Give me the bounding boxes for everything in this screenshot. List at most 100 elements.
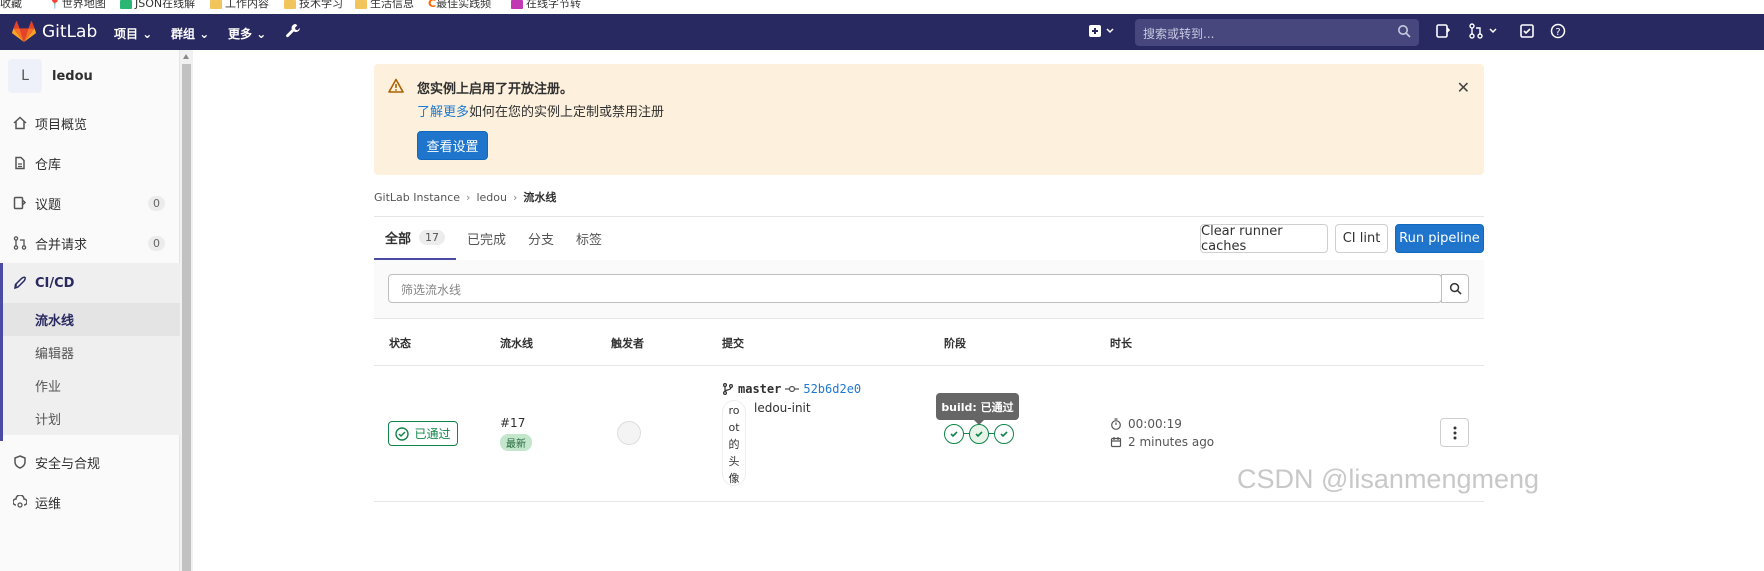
search-icon (1449, 282, 1462, 295)
search-input[interactable]: 搜索或转到... (1135, 19, 1419, 46)
status-badge[interactable]: 已通过 (388, 421, 458, 446)
sidebar-subitem-jobs[interactable]: 作业 (0, 369, 180, 402)
close-icon[interactable]: ✕ (1457, 78, 1470, 97)
menu-groups[interactable]: 群组 ⌄ (171, 25, 209, 42)
new-dropdown[interactable] (1088, 23, 1116, 43)
pipeline-id-link[interactable]: #17 (500, 416, 525, 430)
bookmark-item[interactable]: 收藏 (0, 0, 22, 11)
stage-status-button[interactable] (994, 424, 1014, 444)
divider (374, 365, 1484, 366)
sidebar-item-issues[interactable]: 议题 0 (0, 183, 180, 223)
commit-message-link[interactable]: ledou-init (754, 401, 811, 415)
commit-sha-link[interactable]: 52b6d2e0 (803, 382, 861, 396)
project-header[interactable]: L ledou (8, 59, 93, 93)
issues-icon (13, 196, 27, 210)
check-icon (950, 431, 958, 438)
sidebar-item-merge-requests[interactable]: 合并请求 0 (0, 223, 180, 263)
tab-finished[interactable]: 已完成 (456, 217, 517, 260)
branch-link[interactable]: master (738, 382, 781, 396)
sidebar-scrollbar[interactable] (180, 50, 193, 571)
bookmark-item[interactable]: 工作内容 (210, 0, 269, 11)
search-icon (1398, 25, 1411, 38)
admin-wrench-icon[interactable] (285, 23, 301, 39)
bookmark-item[interactable]: 在线字节转 (511, 0, 581, 11)
sidebar-subitem-editor[interactable]: 编辑器 (0, 336, 180, 369)
check-circle-icon (395, 426, 410, 441)
sidebar-item-repository[interactable]: 仓库 (0, 143, 180, 183)
learn-more-link[interactable]: 了解更多 (417, 105, 469, 120)
gitlab-home-link[interactable]: GitLab (12, 21, 97, 43)
scroll-up-arrow[interactable] (183, 54, 189, 59)
home-icon (13, 116, 27, 130)
duration: 00:00:19 (1110, 417, 1182, 431)
merge-requests-count-badge: 0 (148, 235, 165, 251)
sidebar-subitem-schedules[interactable]: 计划 (0, 402, 180, 435)
run-pipeline-button[interactable]: Run pipeline (1395, 224, 1484, 253)
menu-more[interactable]: 更多 ⌄ (228, 25, 266, 42)
tab-tags[interactable]: 标签 (565, 217, 613, 260)
column-header-commit: 提交 (722, 337, 744, 350)
project-name: ledou (52, 68, 93, 84)
check-icon (1000, 431, 1008, 438)
merge-requests-icon[interactable] (1468, 23, 1500, 39)
alert-title: 您实例上启用了开放注册。 (417, 82, 574, 97)
chevron-down-icon: ⌄ (142, 27, 153, 41)
issues-count-badge: 0 (148, 195, 165, 211)
commit-icon (785, 385, 800, 393)
top-navbar: GitLab 项目 ⌄ 群组 ⌄ 更多 ⌄ 搜索或转到... ? (0, 14, 1764, 50)
warning-icon (388, 78, 404, 93)
bookmarks-bar: 收藏 📍世界地图 JSON在线解 工作内容 技术学习 生活信息 C最佳实践频 在… (0, 0, 1764, 14)
triggerer-avatar[interactable] (617, 421, 641, 445)
timer-icon (1111, 418, 1121, 430)
issues-icon[interactable] (1435, 23, 1451, 39)
sidebar-item-overview[interactable]: 项目概览 (0, 103, 180, 143)
stage-status-button[interactable] (944, 424, 964, 444)
bookmark-item[interactable]: C最佳实践频 (428, 0, 491, 11)
commit-ref: master 52b6d2e0 (722, 382, 861, 396)
stage-tooltip: build: 已通过 (936, 393, 1019, 425)
divider (374, 501, 1484, 502)
column-header-stages: 阶段 (944, 337, 966, 350)
sidebar-item-security[interactable]: 安全与合规 (0, 442, 180, 482)
todo-icon[interactable] (1519, 23, 1535, 39)
divider (374, 318, 1484, 319)
tab-all[interactable]: 全部 17 (374, 217, 457, 260)
document-icon (15, 156, 25, 170)
sidebar-subitem-pipelines[interactable]: 流水线 (0, 303, 180, 336)
filter-pipelines-input[interactable]: 筛选流水线 (388, 274, 1442, 303)
commit-author-avatar[interactable]: root的头像 (722, 400, 746, 486)
sidebar-item-cicd[interactable]: CI/CD (0, 263, 180, 303)
tab-branches[interactable]: 分支 (517, 217, 565, 260)
pipeline-tabs: 全部 17 已完成 分支 标签 (374, 217, 613, 260)
menu-projects[interactable]: 项目 ⌄ (114, 25, 152, 42)
help-icon[interactable]: ? (1550, 23, 1566, 39)
bookmark-item[interactable]: 技术学习 (284, 0, 343, 11)
bookmark-item[interactable]: JSON在线解 (120, 0, 195, 11)
sidebar-item-operations[interactable]: 运维 (0, 482, 180, 522)
breadcrumb-instance[interactable]: GitLab Instance (374, 191, 460, 204)
breadcrumb-current[interactable]: 流水线 (523, 189, 556, 205)
view-settings-button[interactable]: 查看设置 (417, 131, 488, 160)
filter-search-button[interactable] (1441, 274, 1469, 303)
more-actions-button[interactable] (1440, 418, 1469, 447)
ci-lint-button[interactable]: CI lint (1335, 224, 1388, 253)
bookmark-item[interactable]: 生活信息 (355, 0, 414, 11)
stage-status-button[interactable] (969, 424, 989, 444)
breadcrumb-project[interactable]: ledou (476, 191, 507, 204)
project-sidebar: L ledou 项目概览 仓库 议题 0 合并请求 0 CI/CD 流水线 编辑… (0, 50, 180, 571)
plus-square-icon (1089, 25, 1114, 37)
shield-icon (14, 455, 26, 469)
filter-bar: 筛选流水线 (374, 260, 1484, 318)
chevron-down-icon: ⌄ (256, 27, 267, 41)
rocket-icon (14, 276, 26, 290)
merge-request-icon (13, 236, 27, 250)
clear-runner-caches-button[interactable]: Clear runner caches (1200, 224, 1328, 254)
svg-text:?: ? (1555, 27, 1560, 38)
project-avatar: L (8, 59, 42, 93)
breadcrumb: GitLab Instance › ledou › 流水线 (374, 189, 556, 205)
column-header-duration: 时长 (1110, 337, 1132, 350)
scrollbar-thumb[interactable] (182, 64, 191, 571)
bookmark-item[interactable]: 📍世界地图 (48, 0, 106, 11)
tab-count-badge: 17 (419, 230, 446, 245)
brand-name: GitLab (42, 22, 98, 42)
